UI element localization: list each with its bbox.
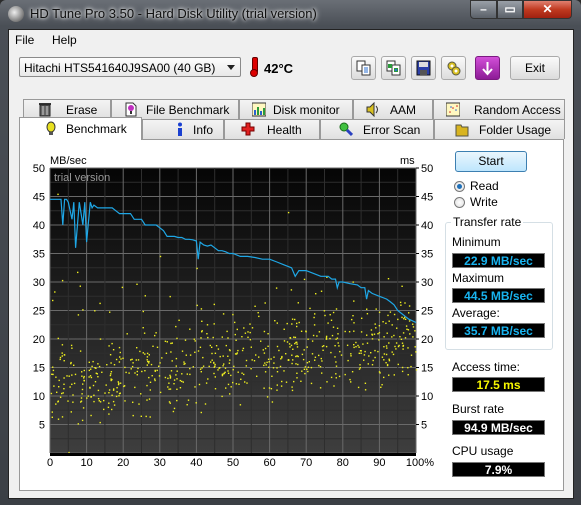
burst-rate-label: Burst rate [452, 402, 505, 416]
title-bar[interactable]: HD Tune Pro 3.50 - Hard Disk Utility (tr… [0, 0, 581, 28]
radio-unselected-icon [454, 197, 465, 208]
tab-label: Folder Usage [479, 123, 552, 137]
download-button[interactable] [475, 56, 500, 80]
tab-disk-monitor[interactable]: Disk monitor [239, 99, 353, 119]
health-cross-icon [241, 122, 255, 136]
tab-folder-usage[interactable]: Folder Usage [434, 119, 565, 139]
tab-erase[interactable]: Erase [23, 99, 111, 119]
tab-label: Info [193, 123, 214, 137]
tab-label: Erase [66, 103, 98, 117]
speaker-icon [366, 102, 378, 117]
minimize-icon: – [480, 2, 487, 16]
lightbulb-icon [46, 121, 56, 135]
cpu-usage-value: 7.9% [452, 462, 545, 477]
menu-file[interactable]: File [15, 33, 34, 47]
tab-label: File Benchmark [146, 103, 230, 117]
save-icon [416, 60, 431, 76]
average-label: Average: [452, 306, 500, 320]
disk-monitor-icon [252, 102, 266, 117]
tab-label: Random Access [474, 103, 561, 117]
tab-aam[interactable]: AAM [353, 99, 433, 119]
download-icon [482, 62, 493, 76]
close-button[interactable]: ✕ [523, 0, 572, 19]
burst-rate-value: 94.9 MB/sec [452, 420, 545, 435]
toolbar: Hitachi HTS541640J9SA00 (40 GB) 42°C Exi… [9, 50, 573, 90]
drive-select[interactable]: Hitachi HTS541640J9SA00 (40 GB) [19, 57, 241, 77]
thermometer-icon [250, 57, 258, 77]
access-time-value: 17.5 ms [452, 377, 545, 392]
tab-file-benchmark[interactable]: File Benchmark [111, 99, 239, 119]
tab-label: AAM [390, 103, 417, 117]
file-benchmark-icon [125, 102, 137, 117]
options-button[interactable] [441, 56, 466, 80]
copy-text-icon [356, 60, 371, 76]
copy-text-button[interactable] [351, 56, 376, 80]
access-time-label: Access time: [452, 360, 521, 374]
menu-help[interactable]: Help [52, 33, 77, 47]
tab-health[interactable]: Health [224, 119, 320, 139]
radio-selected-icon [454, 181, 465, 192]
hd-tune-app-icon [8, 6, 24, 22]
transfer-rate-title: Transfer rate [451, 215, 524, 229]
read-radio[interactable]: Read [454, 179, 574, 195]
tab-label: Benchmark [66, 122, 127, 136]
tab-label: Health [267, 123, 302, 137]
folder-icon [455, 124, 469, 137]
maximize-icon: ▭ [504, 2, 516, 16]
write-label: Write [470, 195, 498, 209]
tab-benchmark[interactable]: Benchmark [19, 117, 142, 140]
maximum-value: 44.5 MB/sec [452, 288, 545, 303]
cpu-usage-label: CPU usage [452, 444, 514, 458]
tab-label: Error Scan [363, 123, 421, 137]
info-icon [178, 122, 182, 136]
tab-random-access[interactable]: Random Access [433, 99, 565, 119]
read-label: Read [470, 179, 499, 193]
copy-screenshot-icon [386, 60, 401, 76]
maximize-button[interactable]: ▭ [497, 0, 523, 19]
options-icon [447, 61, 461, 76]
exit-button[interactable]: Exit [510, 56, 560, 80]
menu-bar: File Help [9, 30, 573, 50]
average-value: 35.7 MB/sec [452, 323, 545, 338]
write-radio[interactable]: Write [454, 195, 574, 211]
window-title: HD Tune Pro 3.50 - Hard Disk Utility (tr… [30, 6, 317, 21]
minimum-label: Minimum [452, 235, 501, 249]
drive-select-value: Hitachi HTS541640J9SA00 (40 GB) [24, 61, 216, 75]
tab-info[interactable]: Info [142, 119, 224, 139]
random-access-icon [446, 102, 460, 117]
trash-icon [39, 103, 51, 117]
magnifier-icon [339, 122, 353, 137]
chevron-down-icon [227, 65, 235, 70]
copy-screenshot-button[interactable] [381, 56, 406, 80]
tab-error-scan[interactable]: Error Scan [320, 119, 434, 139]
minimize-button[interactable]: – [470, 0, 497, 19]
start-button[interactable]: Start [455, 151, 527, 172]
save-button[interactable] [411, 56, 436, 80]
temperature-readout: 42°C [264, 61, 294, 76]
tab-label: Disk monitor [273, 103, 340, 117]
close-icon: ✕ [542, 2, 553, 16]
maximum-label: Maximum [452, 271, 505, 285]
minimum-value: 22.9 MB/sec [452, 253, 545, 268]
